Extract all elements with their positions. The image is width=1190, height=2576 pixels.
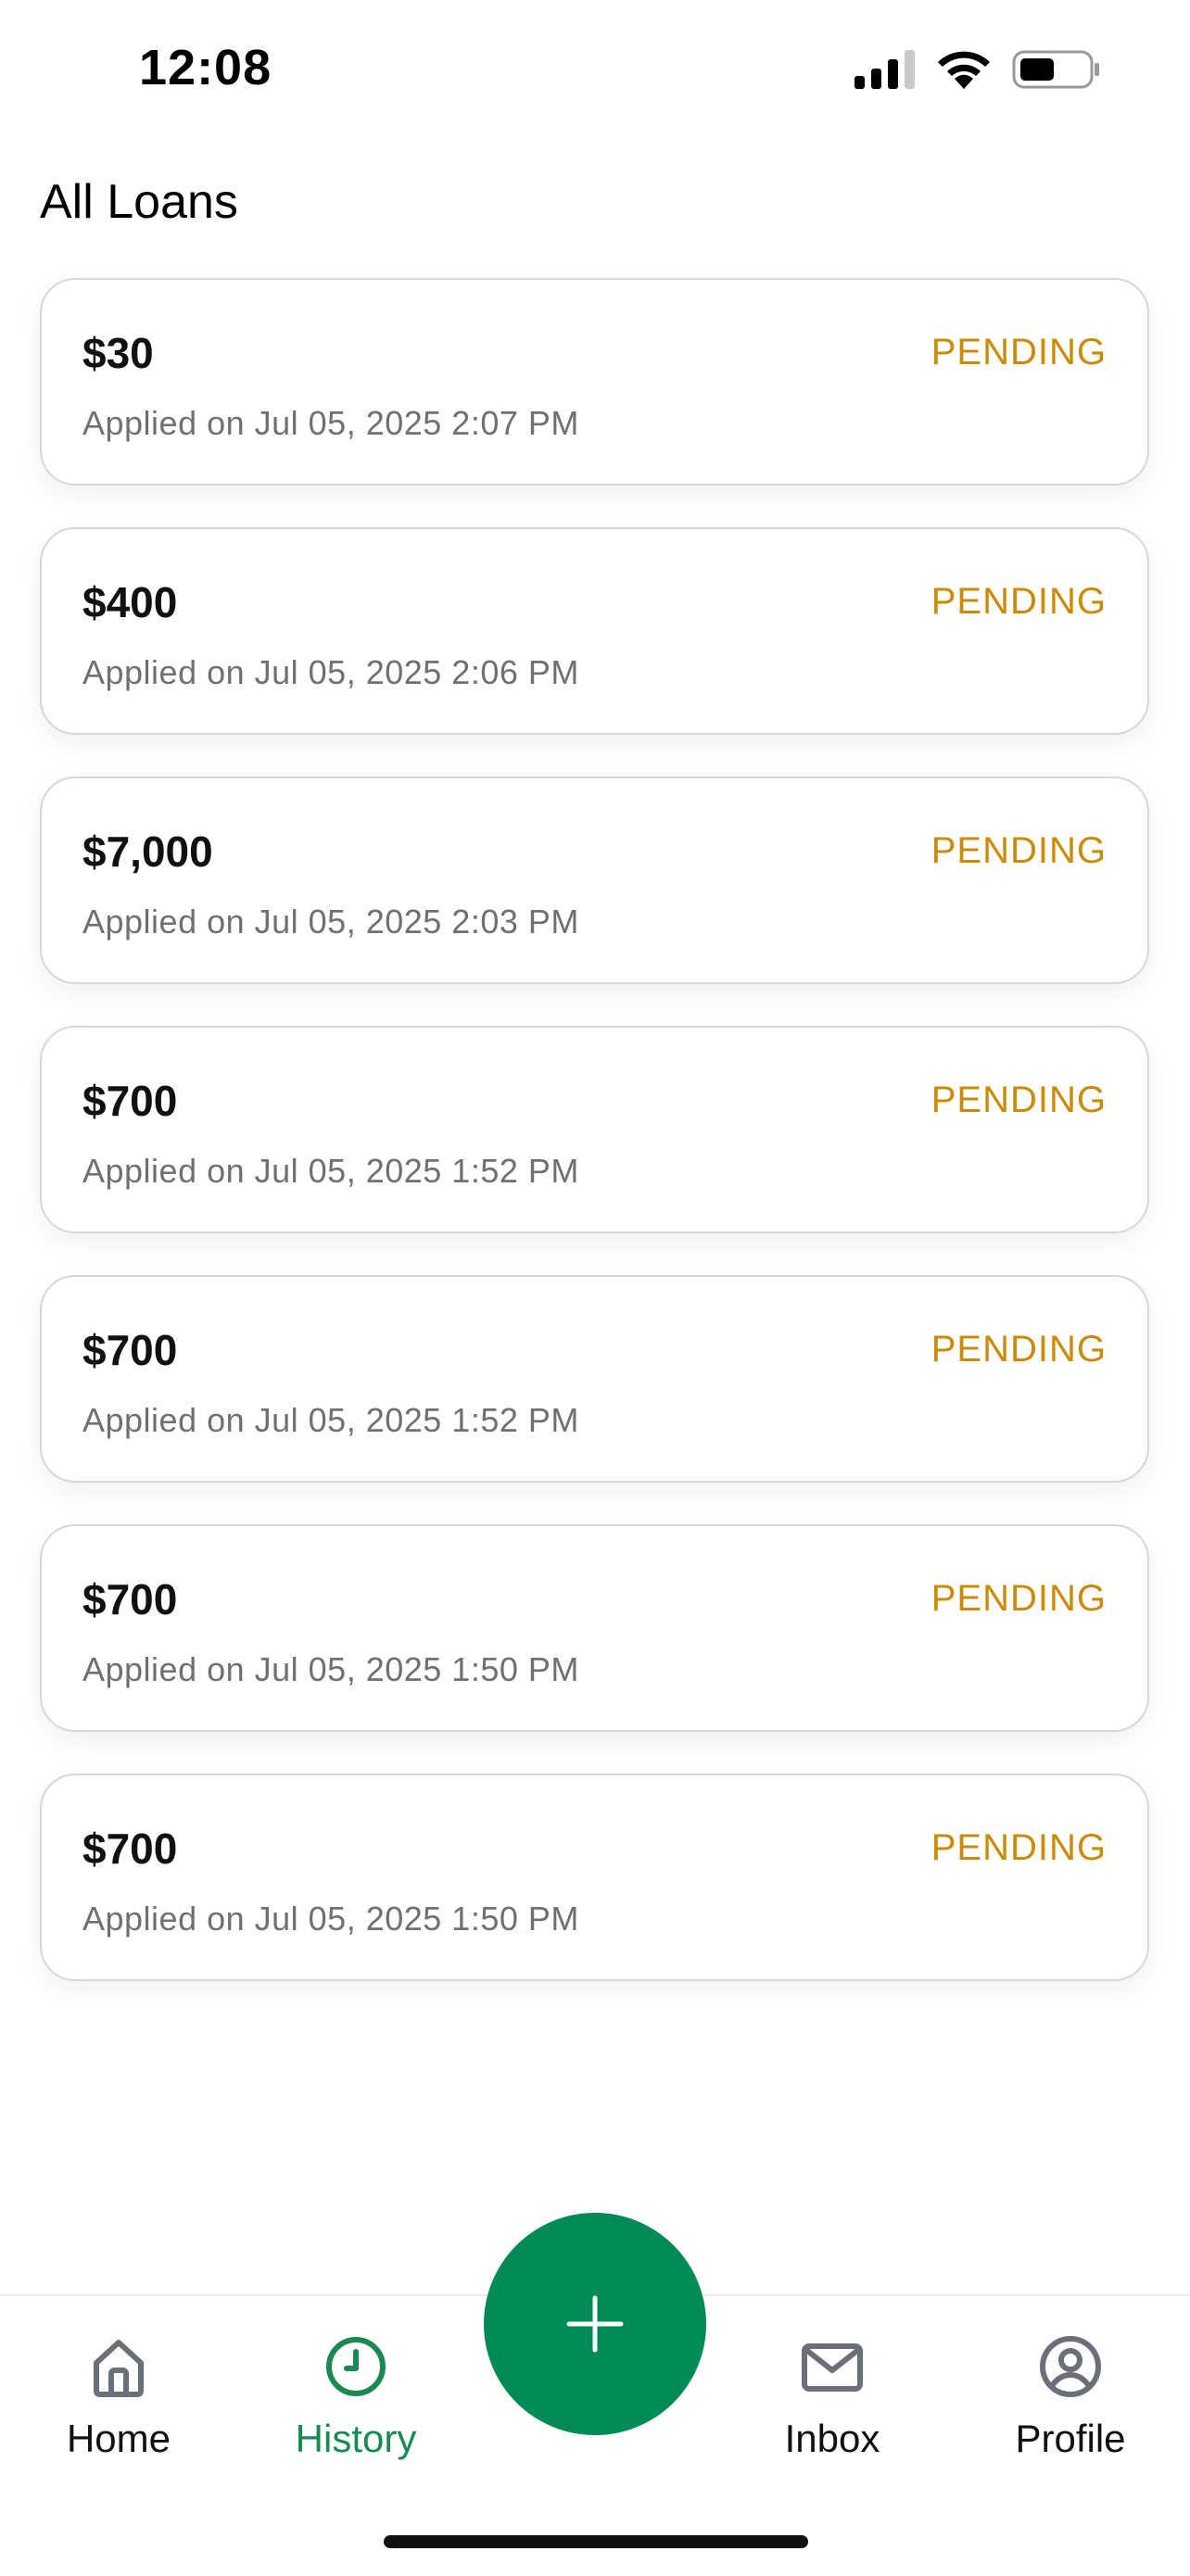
tab-inbox-label: Inbox (784, 2417, 880, 2460)
loan-status-badge: PENDING (930, 581, 1107, 622)
home-indicator (384, 2535, 808, 2548)
tab-inbox[interactable]: Inbox (740, 2333, 925, 2461)
plus-icon (566, 2295, 624, 2353)
loan-amount: $700 (82, 1326, 178, 1374)
loan-card[interactable]: $30 PENDING Applied on Jul 05, 2025 2:07… (40, 278, 1149, 486)
mail-icon (802, 2343, 863, 2392)
loan-amount: $700 (82, 1575, 178, 1623)
loan-status-badge: PENDING (930, 1578, 1107, 1619)
tab-history[interactable]: History (263, 2333, 449, 2461)
loan-card[interactable]: $7,000 PENDING Applied on Jul 05, 2025 2… (40, 777, 1149, 984)
loan-card[interactable]: $700 PENDING Applied on Jul 05, 2025 1:5… (40, 1524, 1149, 1732)
loan-status-badge: PENDING (930, 830, 1107, 871)
loan-amount: $700 (82, 1825, 178, 1873)
loan-applied-date: Applied on Jul 05, 2025 2:03 PM (82, 903, 579, 941)
loan-amount: $30 (82, 329, 154, 377)
loan-status-badge: PENDING (930, 1080, 1107, 1120)
loan-card[interactable]: $700 PENDING Applied on Jul 05, 2025 1:5… (40, 1026, 1149, 1233)
battery-icon (1012, 50, 1099, 89)
loan-card[interactable]: $700 PENDING Applied on Jul 05, 2025 1:5… (40, 1774, 1149, 1981)
tab-profile[interactable]: Profile (978, 2333, 1163, 2461)
loan-applied-date: Applied on Jul 05, 2025 1:50 PM (82, 1900, 579, 1938)
loan-amount: $400 (82, 578, 178, 626)
loan-status-badge: PENDING (930, 332, 1107, 373)
tab-home-label: Home (66, 2417, 171, 2460)
loan-applied-date: Applied on Jul 05, 2025 1:50 PM (82, 1650, 579, 1688)
new-loan-button[interactable] (484, 2213, 706, 2435)
user-circle-icon (1040, 2336, 1101, 2397)
loan-amount: $7,000 (82, 827, 213, 876)
loan-status-badge: PENDING (930, 1827, 1107, 1868)
loan-applied-date: Applied on Jul 05, 2025 2:07 PM (82, 404, 579, 442)
clock-icon (326, 2337, 386, 2396)
status-time: 12:08 (139, 40, 272, 95)
status-bar: 12:08 (0, 0, 1190, 139)
loan-list: $30 PENDING Applied on Jul 05, 2025 2:07… (40, 278, 1149, 2023)
tab-home[interactable]: Home (26, 2333, 211, 2461)
tab-history-label: History (295, 2417, 417, 2460)
loan-card[interactable]: $400 PENDING Applied on Jul 05, 2025 2:0… (40, 527, 1149, 735)
loan-applied-date: Applied on Jul 05, 2025 1:52 PM (82, 1152, 579, 1190)
loan-applied-date: Applied on Jul 05, 2025 2:06 PM (82, 653, 579, 691)
tab-profile-label: Profile (1015, 2417, 1126, 2460)
loan-amount: $700 (82, 1077, 178, 1125)
loan-card[interactable]: $700 PENDING Applied on Jul 05, 2025 1:5… (40, 1275, 1149, 1483)
loan-status-badge: PENDING (930, 1329, 1107, 1370)
page-title: All Loans (40, 175, 238, 229)
loan-applied-date: Applied on Jul 05, 2025 1:52 PM (82, 1401, 579, 1439)
cellular-signal-icon (855, 50, 915, 89)
home-icon (94, 2340, 144, 2397)
wifi-icon (938, 51, 990, 89)
